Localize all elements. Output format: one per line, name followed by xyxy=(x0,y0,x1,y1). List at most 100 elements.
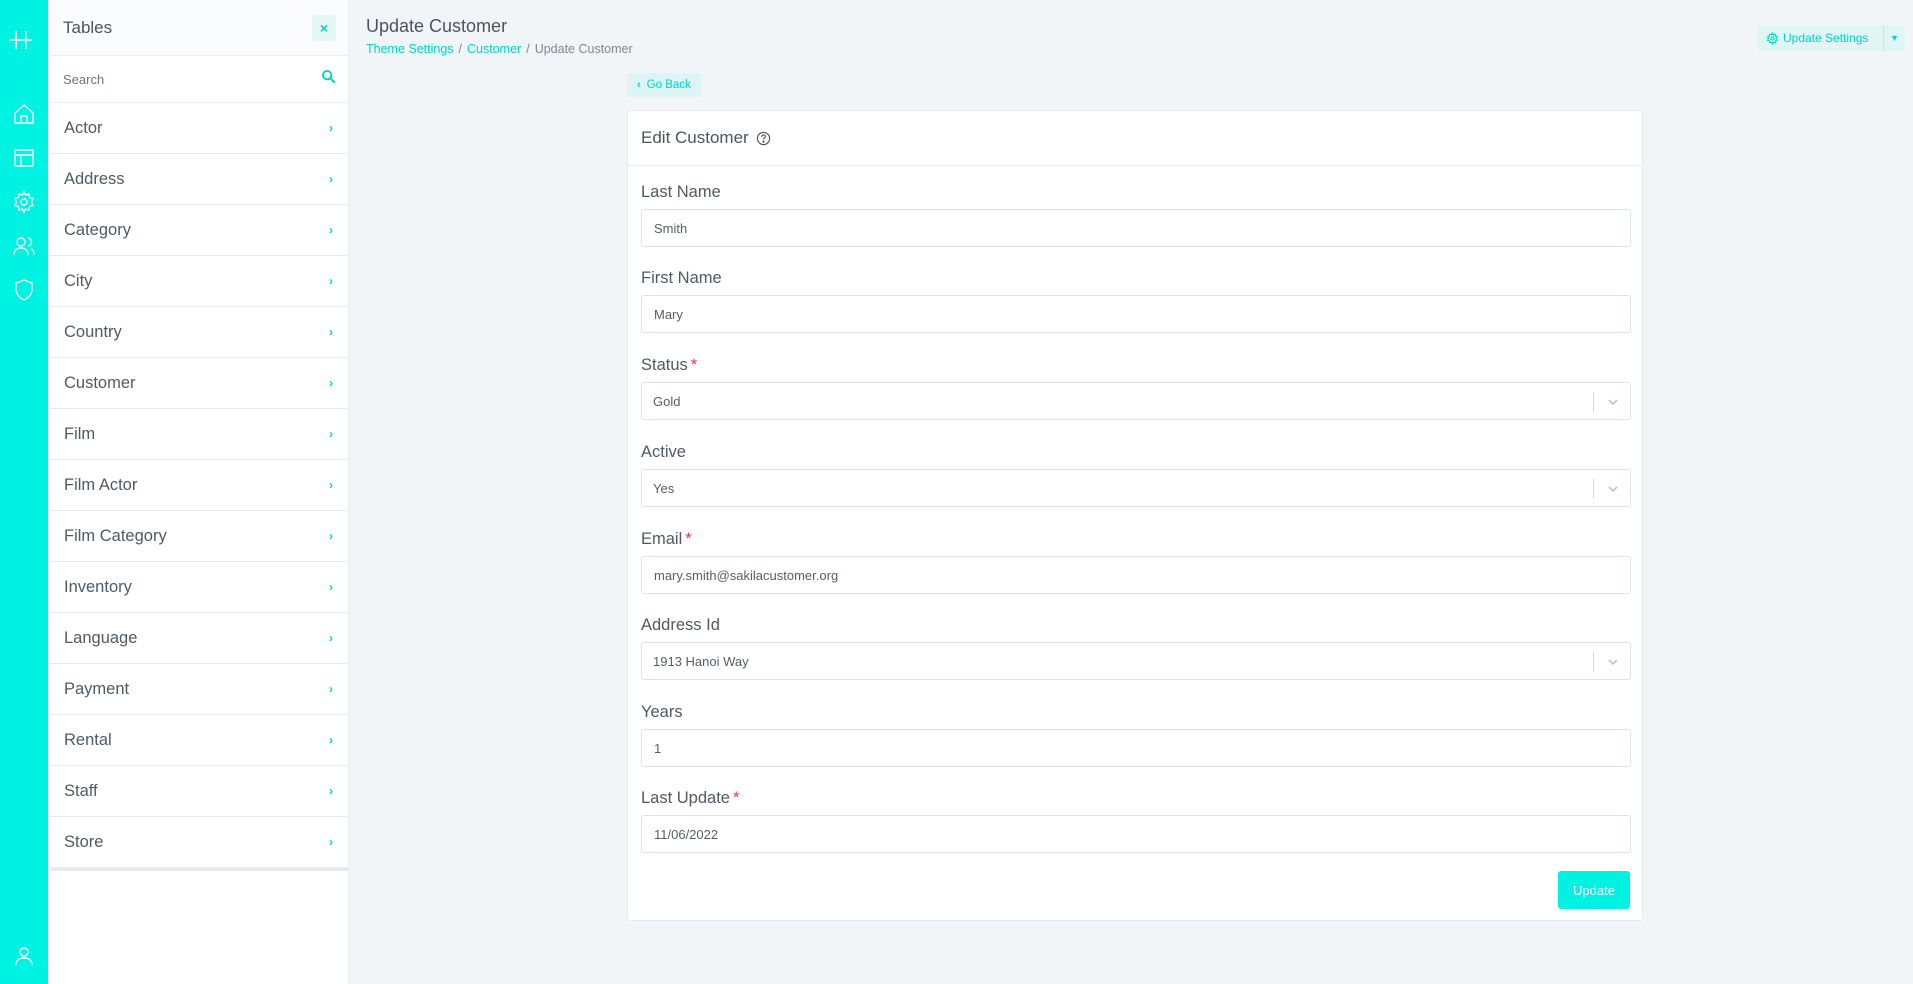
active-field-group: Active Yes xyxy=(641,443,1631,507)
last-update-label: Last Update * xyxy=(641,789,740,807)
sidebar-item-category[interactable]: Category › xyxy=(48,205,348,256)
last-name-field[interactable]: Smith xyxy=(641,209,1631,247)
sidebar-item-payment[interactable]: Payment › xyxy=(48,664,348,715)
active-label: Active xyxy=(641,443,686,461)
status-select[interactable]: Gold xyxy=(641,382,1631,420)
years-label: Years xyxy=(641,703,683,721)
sidebar-item-address[interactable]: Address › xyxy=(48,154,348,205)
sidebar-item-store[interactable]: Store › xyxy=(48,817,348,868)
first-name-field-group: First Name Mary xyxy=(641,269,1631,333)
last-update-field-group: Last Update * 11/06/2022 xyxy=(641,789,1631,853)
sidebar-item-label: City xyxy=(64,271,93,290)
logo-icon[interactable] xyxy=(9,28,39,58)
breadcrumb: Theme Settings / Customer / Update Customer xyxy=(366,42,633,56)
sidebar-item-label: Payment xyxy=(64,679,130,698)
sidebar-item-language[interactable]: Language › xyxy=(48,613,348,664)
last-name-label: Last Name xyxy=(641,183,721,201)
status-value: Gold xyxy=(653,393,681,409)
page-title: Update Customer xyxy=(366,16,508,36)
sidebar-item-label: Inventory xyxy=(64,577,132,596)
sidebar-item-rental[interactable]: Rental › xyxy=(48,715,348,766)
required-marker: * xyxy=(690,356,698,374)
email-label: Email * xyxy=(641,530,692,548)
sidebar-item-inventory[interactable]: Inventory › xyxy=(48,562,348,613)
sidebar-item-actor[interactable]: Actor › xyxy=(48,103,348,154)
required-marker: * xyxy=(732,789,740,807)
chevron-right-icon: › xyxy=(329,835,333,849)
card-title: Edit Customer xyxy=(641,128,749,147)
home-icon[interactable] xyxy=(12,102,36,126)
sidebar-item-customer[interactable]: Customer › xyxy=(48,358,348,409)
update-settings-label: Update Settings xyxy=(1783,31,1869,45)
chevron-down-icon xyxy=(1608,659,1618,666)
first-name-field[interactable]: Mary xyxy=(641,295,1631,333)
select-divider xyxy=(1593,479,1594,499)
address-id-value: 1913 Hanoi Way xyxy=(653,653,749,669)
chevron-right-icon: › xyxy=(329,172,333,186)
sidebar-item-label: Film Actor xyxy=(64,475,138,494)
card-header: Edit Customer xyxy=(628,111,1642,166)
select-divider xyxy=(1593,652,1594,672)
chevron-right-icon: › xyxy=(329,631,333,645)
chevron-right-icon: › xyxy=(329,376,333,390)
sidebar-item-country[interactable]: Country › xyxy=(48,307,348,358)
table-search xyxy=(48,56,348,103)
sidebar-item-film-category[interactable]: Film Category › xyxy=(48,511,348,562)
chevron-down-icon xyxy=(1608,486,1618,493)
tables-sidebar: Tables × Actor › Address › Category › City ›… xyxy=(48,0,349,984)
years-field[interactable]: 1 xyxy=(641,729,1631,767)
breadcrumb-customer[interactable]: Customer xyxy=(467,42,521,56)
sidebar-item-label: Language xyxy=(64,628,138,647)
close-sidebar-button[interactable]: × xyxy=(312,14,336,41)
sidebar-item-label: Actor xyxy=(64,118,103,137)
address-id-select[interactable]: 1913 Hanoi Way xyxy=(641,642,1631,680)
gear-icon xyxy=(1766,31,1779,45)
required-marker: * xyxy=(685,530,692,548)
chevron-right-icon: › xyxy=(329,121,333,135)
years-field-group: Years 1 xyxy=(641,703,1631,767)
shield-icon[interactable] xyxy=(12,278,36,302)
sidebar-item-label: Country xyxy=(64,322,122,341)
tables-header: Tables × xyxy=(48,0,348,56)
sidebar-item-film-actor[interactable]: Film Actor › xyxy=(48,460,348,511)
breadcrumb-theme-settings[interactable]: Theme Settings xyxy=(366,42,454,56)
address-id-label: Address Id xyxy=(641,616,720,634)
help-icon[interactable] xyxy=(756,131,771,146)
chevron-left-icon: ‹ xyxy=(637,79,641,91)
breadcrumb-separator: / xyxy=(458,42,463,56)
chevron-right-icon: › xyxy=(329,529,333,543)
table-list: Actor › Address › Category › City › Country ›… xyxy=(48,103,348,871)
sidebar-item-label: Customer xyxy=(64,373,136,392)
tables-title: Tables xyxy=(63,17,113,37)
search-icon[interactable] xyxy=(321,69,336,89)
update-settings-button-group: Update Settings ▼ xyxy=(1758,25,1905,51)
chevron-right-icon: › xyxy=(329,682,333,696)
update-settings-button[interactable]: Update Settings xyxy=(1758,25,1876,51)
last-update-field[interactable]: 11/06/2022 xyxy=(641,815,1631,853)
go-back-button[interactable]: ‹ Go Back xyxy=(627,73,701,97)
settings-icon[interactable] xyxy=(12,190,36,214)
active-select[interactable]: Yes xyxy=(641,469,1631,507)
sidebar-item-film[interactable]: Film › xyxy=(48,409,348,460)
search-input[interactable] xyxy=(63,71,283,87)
chevron-right-icon: › xyxy=(329,784,333,798)
email-field[interactable]: mary.smith@sakilacustomer.org xyxy=(641,556,1631,594)
table-icon[interactable] xyxy=(12,146,36,170)
sidebar-item-label: Store xyxy=(64,832,104,851)
chevron-right-icon: › xyxy=(329,733,333,747)
chevron-down-icon xyxy=(1608,399,1618,406)
go-back-label: Go Back xyxy=(646,79,691,91)
chevron-right-icon: › xyxy=(329,427,333,441)
sidebar-item-label: Staff xyxy=(64,781,98,800)
select-divider xyxy=(1593,392,1594,412)
user-icon[interactable] xyxy=(12,944,36,968)
update-button[interactable]: Update xyxy=(1558,871,1630,909)
users-icon[interactable] xyxy=(12,234,36,258)
update-settings-dropdown[interactable]: ▼ xyxy=(1883,25,1905,51)
sidebar-item-label: Address xyxy=(64,169,125,188)
sidebar-item-staff[interactable]: Staff › xyxy=(48,766,348,817)
breadcrumb-current: Update Customer xyxy=(534,42,633,56)
sidebar-item-label: Film Category xyxy=(64,526,167,545)
sidebar-item-city[interactable]: City › xyxy=(48,256,348,307)
last-name-field-group: Last Name Smith xyxy=(641,183,1631,247)
